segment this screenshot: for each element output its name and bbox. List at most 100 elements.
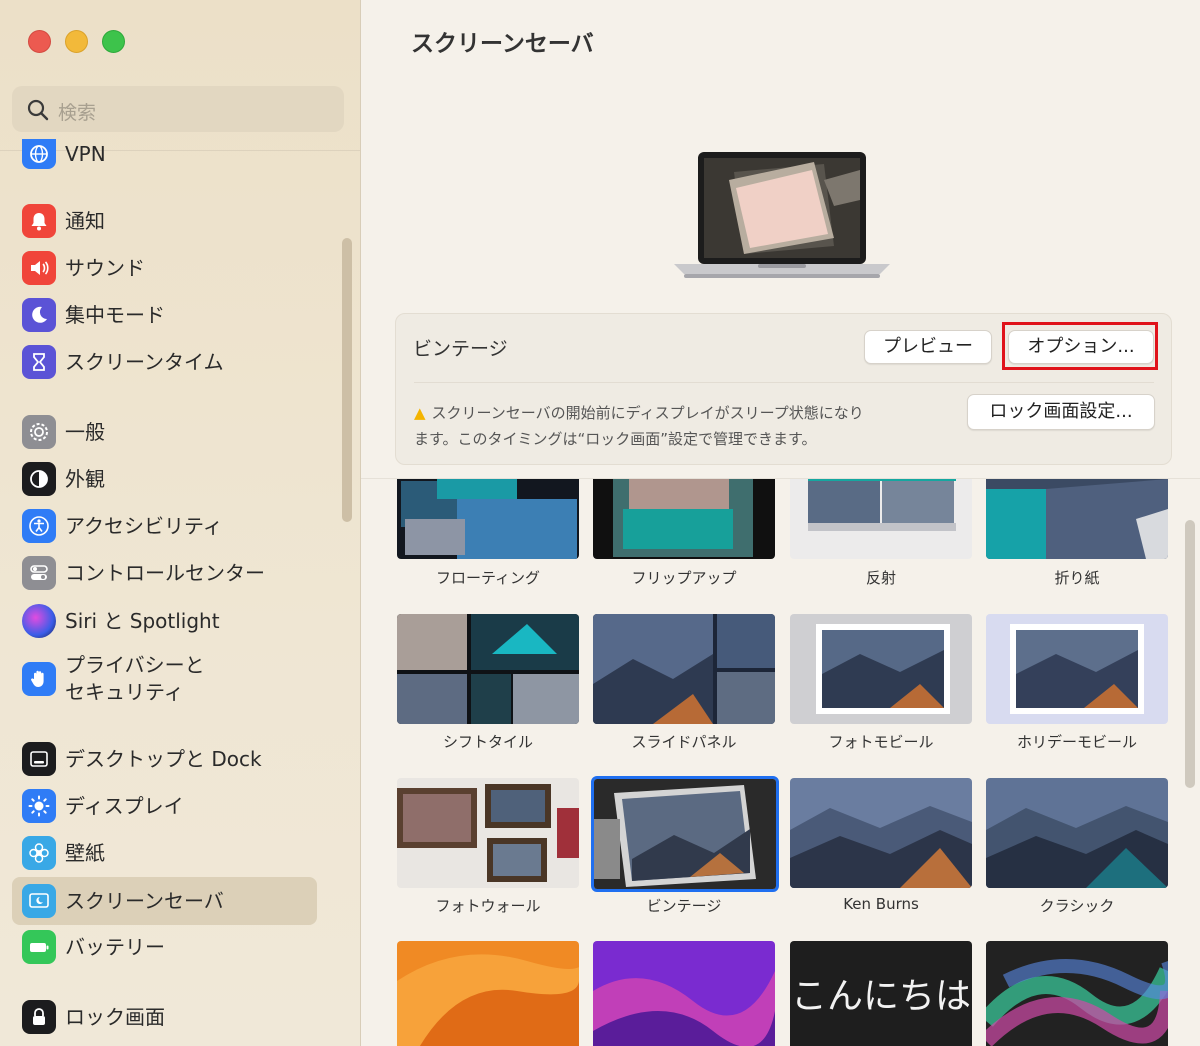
- sidebar: 検索 VPN 通知 サウンド 集中モード スクリーンタイム 一般 外観 アクセシ…: [0, 0, 361, 1046]
- bell-icon: [22, 204, 56, 238]
- saver-thumb-monterey[interactable]: [593, 941, 775, 1046]
- warning-icon: ▲: [414, 404, 426, 422]
- accessibility-icon: [22, 509, 56, 543]
- saver-thumb-classic[interactable]: [986, 778, 1168, 888]
- saver-label: フォトウォール: [435, 897, 541, 915]
- hourglass-icon: [22, 345, 56, 379]
- display-sleep-warning: ▲ スクリーンセーバの開始前にディスプレイがスリープ状態になり ます。このタイミン…: [414, 400, 954, 452]
- saver-label: ホリデーモビール: [1016, 733, 1137, 751]
- saver-thumb-ventura[interactable]: [397, 941, 579, 1046]
- saver-label: シフトタイル: [442, 733, 533, 751]
- sidebar-item-siri-spotlight[interactable]: Siri と Spotlight: [22, 601, 322, 641]
- main-pane: スクリーンセーバ ビンテージ プレビュー オプション... ▲ スクリーンセーバの…: [361, 0, 1200, 1046]
- saver-label: クラシック: [1039, 897, 1115, 915]
- sidebar-item-label: スクリーンタイム: [65, 349, 224, 374]
- saver-thumb-ken-burns[interactable]: [790, 778, 972, 888]
- sidebar-item-label: 通知: [65, 208, 105, 233]
- sidebar-item-label: Siri と Spotlight: [65, 608, 220, 633]
- warning-text-line1: スクリーンセーバの開始前にディスプレイがスリープ状態になり: [431, 404, 864, 422]
- saver-thumb-drift[interactable]: [986, 941, 1168, 1046]
- sidebar-item-sound[interactable]: サウンド: [22, 248, 322, 288]
- sidebar-item-label: プライバシーと セキュリティ: [65, 653, 205, 704]
- saver-label: フォトモビール: [828, 733, 934, 751]
- globe-icon: [22, 139, 56, 169]
- sidebar-item-label: 一般: [65, 419, 105, 444]
- saver-thumb-photo-wall[interactable]: [397, 778, 579, 888]
- saver-label: フリップアップ: [631, 569, 737, 587]
- saver-thumb-hello[interactable]: こんにちは: [790, 941, 972, 1046]
- minimize-window-button[interactable]: [65, 30, 88, 53]
- sidebar-item-label: バッテリー: [65, 934, 165, 959]
- sidebar-item-screensaver[interactable]: スクリーンセーバ: [12, 877, 317, 925]
- sidebar-item-general[interactable]: 一般: [22, 412, 322, 452]
- sidebar-item-label: VPN: [65, 141, 106, 166]
- saver-thumb-sliding-panels[interactable]: [593, 614, 775, 724]
- screensaver-options-panel: ビンテージ プレビュー オプション... ▲ スクリーンセーバの開始前にディスプレ…: [395, 313, 1172, 465]
- screensaver-icon: [22, 884, 56, 918]
- sidebar-item-label: ディスプレイ: [65, 793, 184, 818]
- saver-label: 反射: [865, 569, 896, 587]
- saver-thumb-shifting-tiles[interactable]: [397, 614, 579, 724]
- sidebar-item-control-center[interactable]: コントロールセンター: [22, 553, 322, 593]
- sidebar-item-desktop-dock[interactable]: デスクトップと Dock: [22, 739, 322, 779]
- sidebar-item-displays[interactable]: ディスプレイ: [22, 786, 322, 826]
- page-title: スクリーンセーバ: [411, 31, 594, 57]
- saver-label: ビンテージ: [646, 897, 722, 915]
- battery-icon: [22, 930, 56, 964]
- search-icon: [27, 99, 49, 121]
- zoom-window-button[interactable]: [102, 30, 125, 53]
- sidebar-item-label: コントロールセンター: [65, 560, 265, 585]
- sidebar-item-label: 壁紙: [65, 840, 105, 865]
- appearance-icon: [22, 462, 56, 496]
- lock-screen-settings-button[interactable]: ロック画面設定...: [967, 394, 1155, 430]
- close-window-button[interactable]: [28, 30, 51, 53]
- sidebar-item-battery[interactable]: バッテリー: [22, 927, 322, 967]
- sidebar-item-label: 外観: [65, 466, 105, 491]
- sidebar-item-accessibility[interactable]: アクセシビリティ: [22, 506, 322, 546]
- sidebar-item-label: アクセシビリティ: [65, 513, 223, 538]
- speaker-icon: [22, 251, 56, 285]
- sidebar-item-label: ロック画面: [65, 1004, 165, 1029]
- hello-text: こんにちは: [790, 976, 971, 1017]
- saver-thumb-reflections[interactable]: [790, 479, 972, 559]
- window-controls: [28, 30, 125, 53]
- sun-icon: [22, 789, 56, 823]
- main-scrollbar[interactable]: [1185, 520, 1195, 788]
- divider: [414, 382, 1154, 383]
- siri-icon: [22, 604, 56, 638]
- sidebar-item-vpn[interactable]: VPN: [22, 134, 322, 174]
- sidebar-item-focus[interactable]: 集中モード: [22, 295, 322, 335]
- saver-thumb-holiday-mobile[interactable]: [986, 614, 1168, 724]
- sidebar-scrollbar[interactable]: [342, 238, 352, 522]
- screensaver-grid: フローティング フリップアップ 反射 折り紙 シフトタイル スライドパネル フォ…: [361, 478, 1200, 1046]
- hand-icon: [22, 662, 56, 696]
- sidebar-item-wallpaper[interactable]: 壁紙: [22, 833, 322, 873]
- sidebar-item-notifications[interactable]: 通知: [22, 201, 322, 241]
- saver-thumb-flipup[interactable]: [593, 479, 775, 559]
- warning-text-line2: ます。このタイミングは“ロック画面”設定で管理できます。: [414, 430, 817, 448]
- search-input[interactable]: 検索: [12, 86, 344, 132]
- sidebar-item-appearance[interactable]: 外観: [22, 459, 322, 499]
- saver-label: フローティング: [435, 569, 541, 587]
- saver-label: 折り紙: [1054, 569, 1100, 587]
- saver-thumb-vintage-selected[interactable]: [591, 776, 779, 892]
- saver-thumb-origami[interactable]: [986, 479, 1168, 559]
- dock-icon: [22, 742, 56, 776]
- flower-icon: [22, 836, 56, 870]
- lock-icon: [22, 1000, 56, 1034]
- laptop-preview-image: [674, 152, 890, 278]
- saver-label: スライドパネル: [631, 733, 737, 751]
- gear-icon: [22, 415, 56, 449]
- saver-thumb-floating[interactable]: [397, 479, 579, 559]
- toggles-icon: [22, 556, 56, 590]
- sidebar-item-label: 集中モード: [65, 302, 165, 327]
- sidebar-item-lock-screen[interactable]: ロック画面: [22, 997, 322, 1037]
- saver-thumb-photo-mobile[interactable]: [790, 614, 972, 724]
- sidebar-item-label: デスクトップと Dock: [65, 746, 262, 771]
- sidebar-item-privacy-security[interactable]: プライバシーと セキュリティ: [22, 650, 322, 708]
- selected-saver-name: ビンテージ: [413, 338, 508, 360]
- moon-icon: [22, 298, 56, 332]
- preview-button[interactable]: プレビュー: [864, 330, 992, 364]
- sidebar-item-screen-time[interactable]: スクリーンタイム: [22, 342, 322, 382]
- sidebar-item-label: サウンド: [65, 255, 145, 280]
